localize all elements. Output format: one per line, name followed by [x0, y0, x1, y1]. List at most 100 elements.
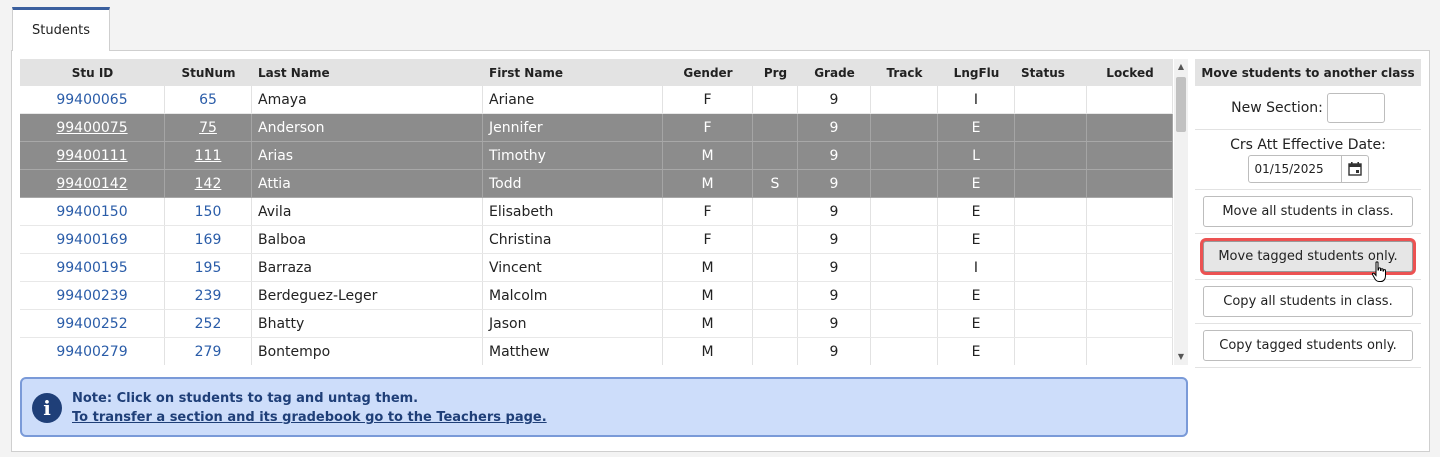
gender-cell: M [663, 254, 753, 281]
col-stu-num[interactable]: StuNum [165, 59, 252, 86]
stu-id-link[interactable]: 99400239 [56, 288, 127, 304]
last-name-cell: Arias [252, 142, 483, 169]
grade-cell: 9 [798, 254, 871, 281]
last-name-text: Amaya [258, 91, 307, 108]
effective-date-input[interactable] [1248, 155, 1341, 182]
stu-id-link[interactable]: 99400111 [56, 148, 127, 164]
stu-num-cell: 169 [165, 226, 252, 253]
table-row[interactable]: 99400239 239 Berdeguez-Leger Malcolm M 9 E [20, 282, 1173, 310]
first-name-cell: Malcolm [483, 282, 663, 309]
table-row[interactable]: 99400279 279 Bontempo Matthew M 9 E [20, 338, 1173, 365]
gender-text: F [703, 203, 712, 220]
scroll-up-icon[interactable]: ▲ [1174, 61, 1188, 73]
first-name-text: Jennifer [489, 119, 543, 136]
status-cell [1015, 282, 1087, 309]
table-row[interactable]: 99400111 111 Arias Timothy M 9 L [20, 142, 1173, 170]
gender-text: M [701, 343, 714, 360]
table-row[interactable]: 99400195 195 Barraza Vincent M 9 I [20, 254, 1173, 282]
table-row[interactable]: 99400065 65 Amaya Ariane F 9 I [20, 86, 1173, 114]
last-name-cell: Bontempo [252, 338, 483, 365]
col-last-name[interactable]: Last Name [252, 59, 483, 86]
move-all-button[interactable]: Move all students in class. [1203, 196, 1413, 227]
table-scrollbar[interactable]: ▲ ▼ [1174, 59, 1188, 365]
col-grade[interactable]: Grade [798, 59, 871, 86]
first-name-text: Ariane [489, 91, 535, 108]
stu-num-link[interactable]: 169 [195, 232, 222, 248]
table-row[interactable]: 99400075 75 Anderson Jennifer F 9 E [20, 114, 1173, 142]
stu-num-link[interactable]: 142 [195, 176, 222, 192]
stu-num-link[interactable]: 195 [195, 260, 222, 276]
stu-num-link[interactable]: 252 [195, 316, 222, 332]
col-status[interactable]: Status [1015, 59, 1087, 86]
prg-cell [753, 114, 798, 141]
lngflu-text: E [971, 287, 981, 304]
stu-id-cell: 99400142 [20, 170, 165, 197]
track-cell [871, 198, 938, 225]
grade-cell: 9 [798, 114, 871, 141]
stu-id-cell: 99400252 [20, 310, 165, 337]
prg-cell [753, 254, 798, 281]
students-table: Stu ID StuNum Last Name First Name Gende… [20, 59, 1173, 365]
stu-num-cell: 279 [165, 338, 252, 365]
stu-id-link[interactable]: 99400252 [56, 316, 127, 332]
stu-id-link[interactable]: 99400065 [56, 92, 127, 108]
stu-num-link[interactable]: 239 [195, 288, 222, 304]
stu-num-cell: 239 [165, 282, 252, 309]
status-cell [1015, 198, 1087, 225]
hand-cursor-icon [1371, 261, 1389, 287]
stu-id-cell: 99400111 [20, 142, 165, 169]
gender-cell: F [663, 226, 753, 253]
stu-num-link[interactable]: 65 [199, 92, 217, 108]
lngflu-cell: E [938, 226, 1015, 253]
stu-id-link[interactable]: 99400075 [56, 120, 127, 136]
table-row[interactable]: 99400142 142 Attia Todd M S 9 E [20, 170, 1173, 198]
grade-text: 9 [829, 119, 839, 136]
first-name-cell: Timothy [483, 142, 663, 169]
copy-all-button[interactable]: Copy all students in class. [1203, 286, 1413, 317]
scroll-down-icon[interactable]: ▼ [1174, 351, 1188, 363]
stu-num-link[interactable]: 75 [199, 120, 217, 136]
tab-students[interactable]: Students [12, 7, 110, 51]
col-locked[interactable]: Locked [1087, 59, 1173, 86]
table-row[interactable]: 99400150 150 Avila Elisabeth F 9 E [20, 198, 1173, 226]
col-gender[interactable]: Gender [663, 59, 753, 86]
stu-num-link[interactable]: 111 [195, 148, 222, 164]
grade-text: 9 [829, 91, 839, 108]
grade-cell: 9 [798, 170, 871, 197]
last-name-cell: Balboa [252, 226, 483, 253]
stu-id-link[interactable]: 99400142 [56, 176, 127, 192]
stu-id-link[interactable]: 99400279 [56, 344, 127, 360]
track-cell [871, 310, 938, 337]
col-prg[interactable]: Prg [753, 59, 798, 86]
table-row[interactable]: 99400169 169 Balboa Christina F 9 E [20, 226, 1173, 254]
stu-num-link[interactable]: 150 [195, 204, 222, 220]
col-lngflu[interactable]: LngFlu [938, 59, 1015, 86]
status-cell [1015, 338, 1087, 365]
stu-id-link[interactable]: 99400169 [56, 232, 127, 248]
table-row[interactable]: 99400252 252 Bhatty Jason M 9 E [20, 310, 1173, 338]
gender-cell: F [663, 114, 753, 141]
prg-cell [753, 142, 798, 169]
lngflu-cell: L [938, 142, 1015, 169]
teachers-page-link[interactable]: To transfer a section and its gradebook … [72, 410, 547, 425]
first-name-cell: Ariane [483, 86, 663, 113]
col-stu-id[interactable]: Stu ID [20, 59, 165, 86]
stu-num-link[interactable]: 279 [195, 344, 222, 360]
col-first-name[interactable]: First Name [483, 59, 663, 86]
new-section-input[interactable] [1326, 92, 1385, 123]
stu-id-link[interactable]: 99400150 [56, 204, 127, 220]
copy-tagged-button[interactable]: Copy tagged students only. [1203, 330, 1413, 361]
col-track[interactable]: Track [871, 59, 938, 86]
gender-cell: M [663, 310, 753, 337]
first-name-text: Elisabeth [489, 203, 554, 220]
gender-cell: M [663, 338, 753, 365]
date-picker [1247, 154, 1369, 183]
scroll-thumb[interactable] [1176, 77, 1186, 132]
status-cell [1015, 226, 1087, 253]
move-panel-header: Move students to another class [1195, 59, 1421, 86]
stu-num-cell: 111 [165, 142, 252, 169]
locked-cell [1087, 338, 1173, 365]
calendar-icon[interactable] [1340, 155, 1368, 182]
stu-id-link[interactable]: 99400195 [56, 260, 127, 276]
first-name-text: Malcolm [489, 287, 548, 304]
